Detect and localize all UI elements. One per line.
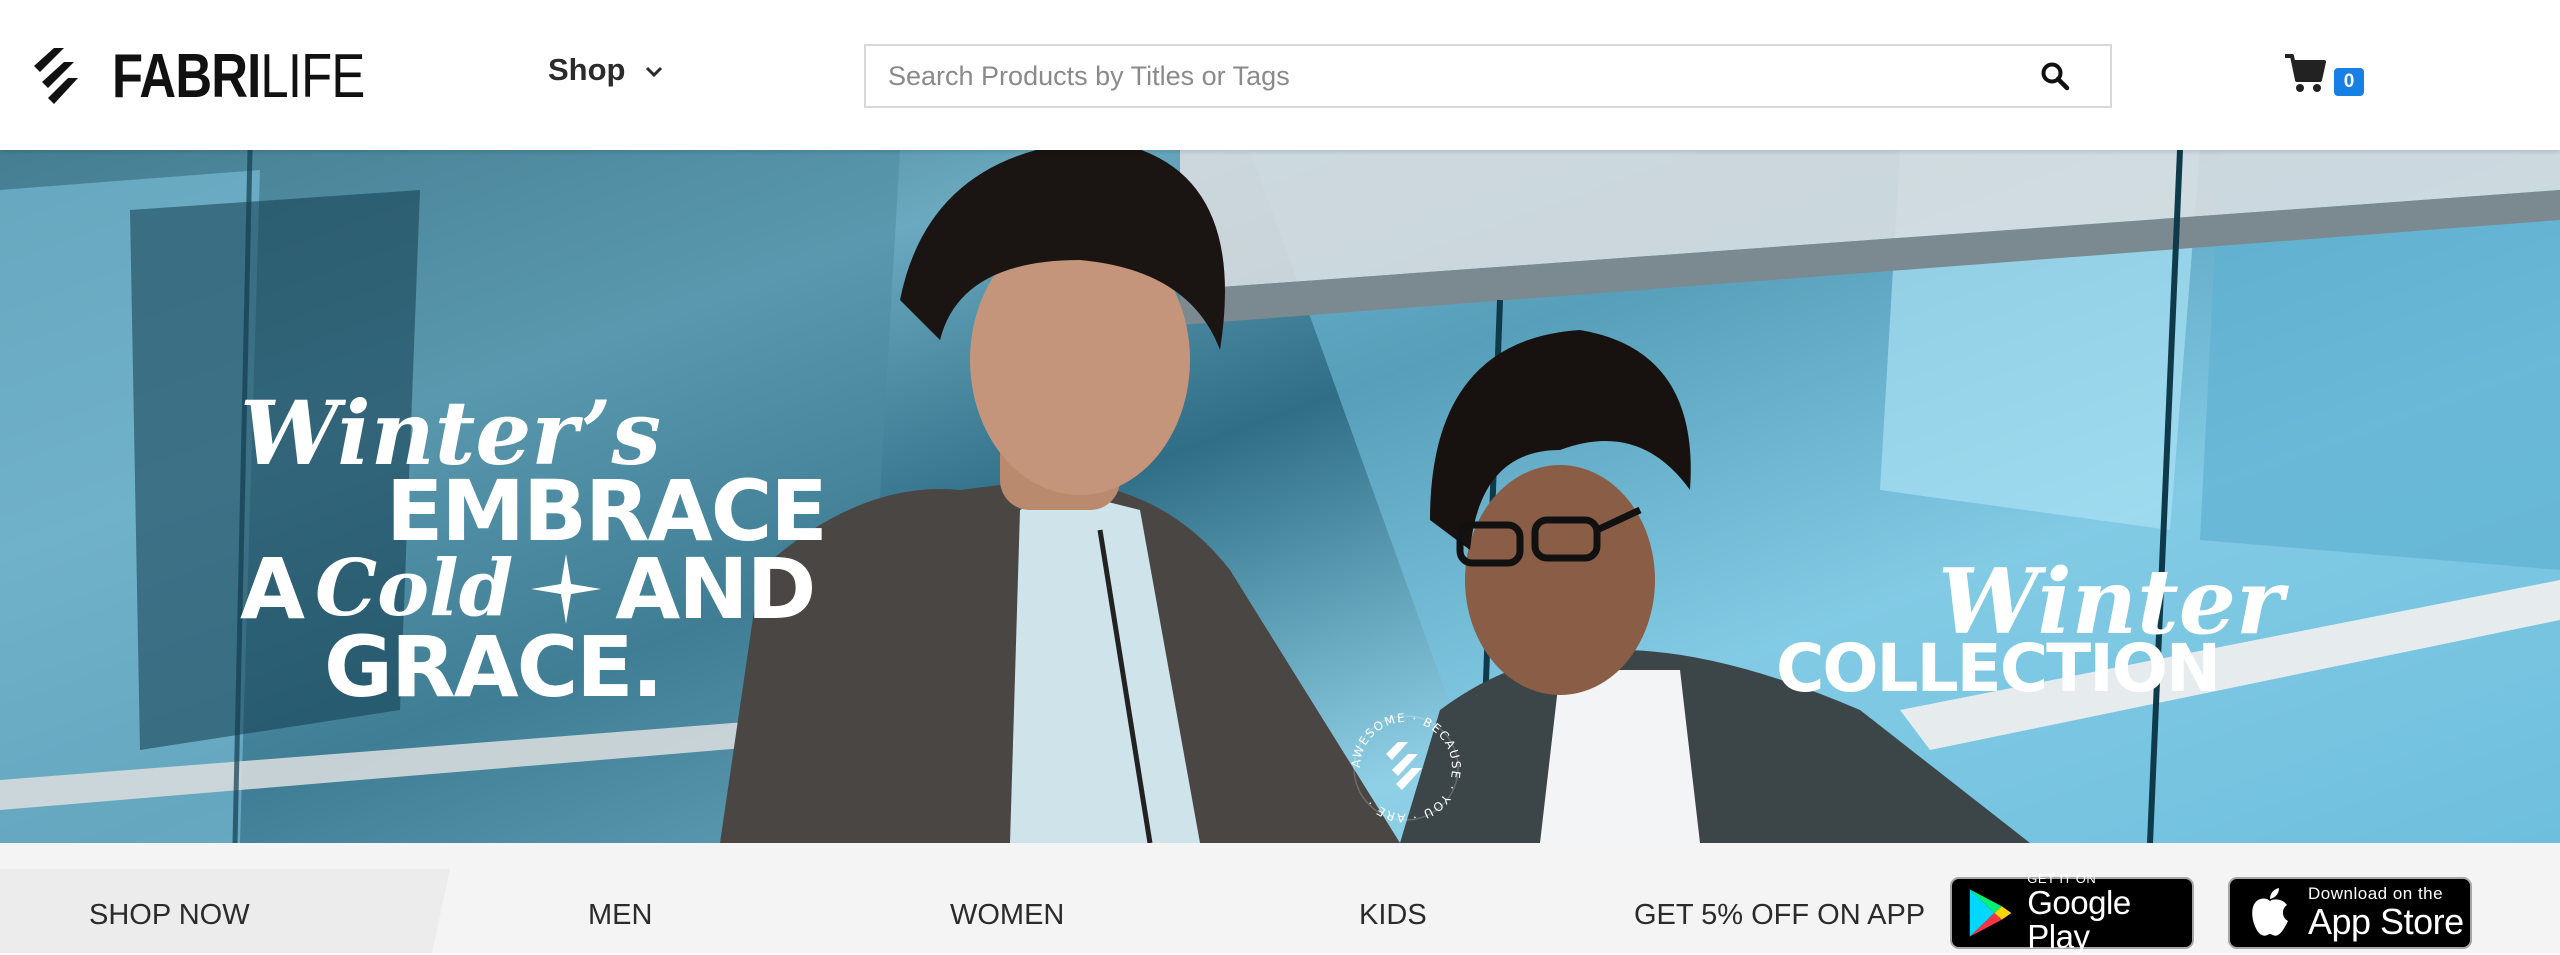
- seal-ring-text: AWESOME · BECAUSE · YOU · ARE ·: [1349, 711, 1463, 825]
- sparkle-icon: [531, 554, 602, 624]
- tagline-a: A: [240, 540, 305, 638]
- logo-wordmark: FABRILIFE: [112, 42, 365, 111]
- chevron-down-icon: [645, 66, 662, 78]
- tagline-grace: GRACE.: [324, 618, 664, 716]
- collection-title: COLLECTION: [1776, 630, 2221, 707]
- app-store-badge[interactable]: Download on the App Store: [2228, 877, 2472, 949]
- cart-count-badge: 0: [2334, 68, 2364, 96]
- google-play-big-text: Google Play: [2027, 884, 2131, 955]
- site-header: FABRILIFE Shop 0: [0, 0, 2560, 150]
- search-icon[interactable]: [2040, 61, 2070, 91]
- search-box: [864, 44, 2112, 108]
- google-play-icon: [1969, 889, 2012, 937]
- category-women-link[interactable]: WOMEN: [950, 899, 1064, 932]
- search-input[interactable]: [866, 46, 2028, 106]
- fabrilife-logo[interactable]: FABRILIFE: [34, 42, 420, 111]
- shop-dropdown[interactable]: Shop: [548, 52, 664, 88]
- category-kids-link[interactable]: KIDS: [1359, 899, 1427, 932]
- shop-now-link[interactable]: SHOP NOW: [89, 899, 250, 932]
- category-men-link[interactable]: MEN: [588, 899, 652, 932]
- fabrilife-logo-icon: [34, 48, 78, 104]
- apple-icon: [2252, 888, 2288, 936]
- hero-banner[interactable]: AWESOME · BECAUSE · YOU · ARE · Winter’s…: [0, 150, 2560, 843]
- bottom-nav-bar: SHOP NOW MEN WOMEN KIDS GET 5% OFF ON AP…: [0, 843, 2560, 954]
- svg-text:AWESOME · BECAUSE · YOU · ARE: AWESOME · BECAUSE · YOU · ARE ·: [1349, 711, 1463, 825]
- shop-dropdown-label: Shop: [548, 52, 626, 87]
- google-play-badge[interactable]: GET IT ON Google Play: [1950, 872, 2194, 954]
- shopping-cart-icon: [2285, 54, 2326, 92]
- hero-photo: [0, 150, 2560, 843]
- app-store-big-text: App Store: [2308, 901, 2464, 942]
- app-promo-text: GET 5% OFF ON APP: [1634, 899, 1926, 931]
- cart-button[interactable]: 0: [2284, 52, 2364, 102]
